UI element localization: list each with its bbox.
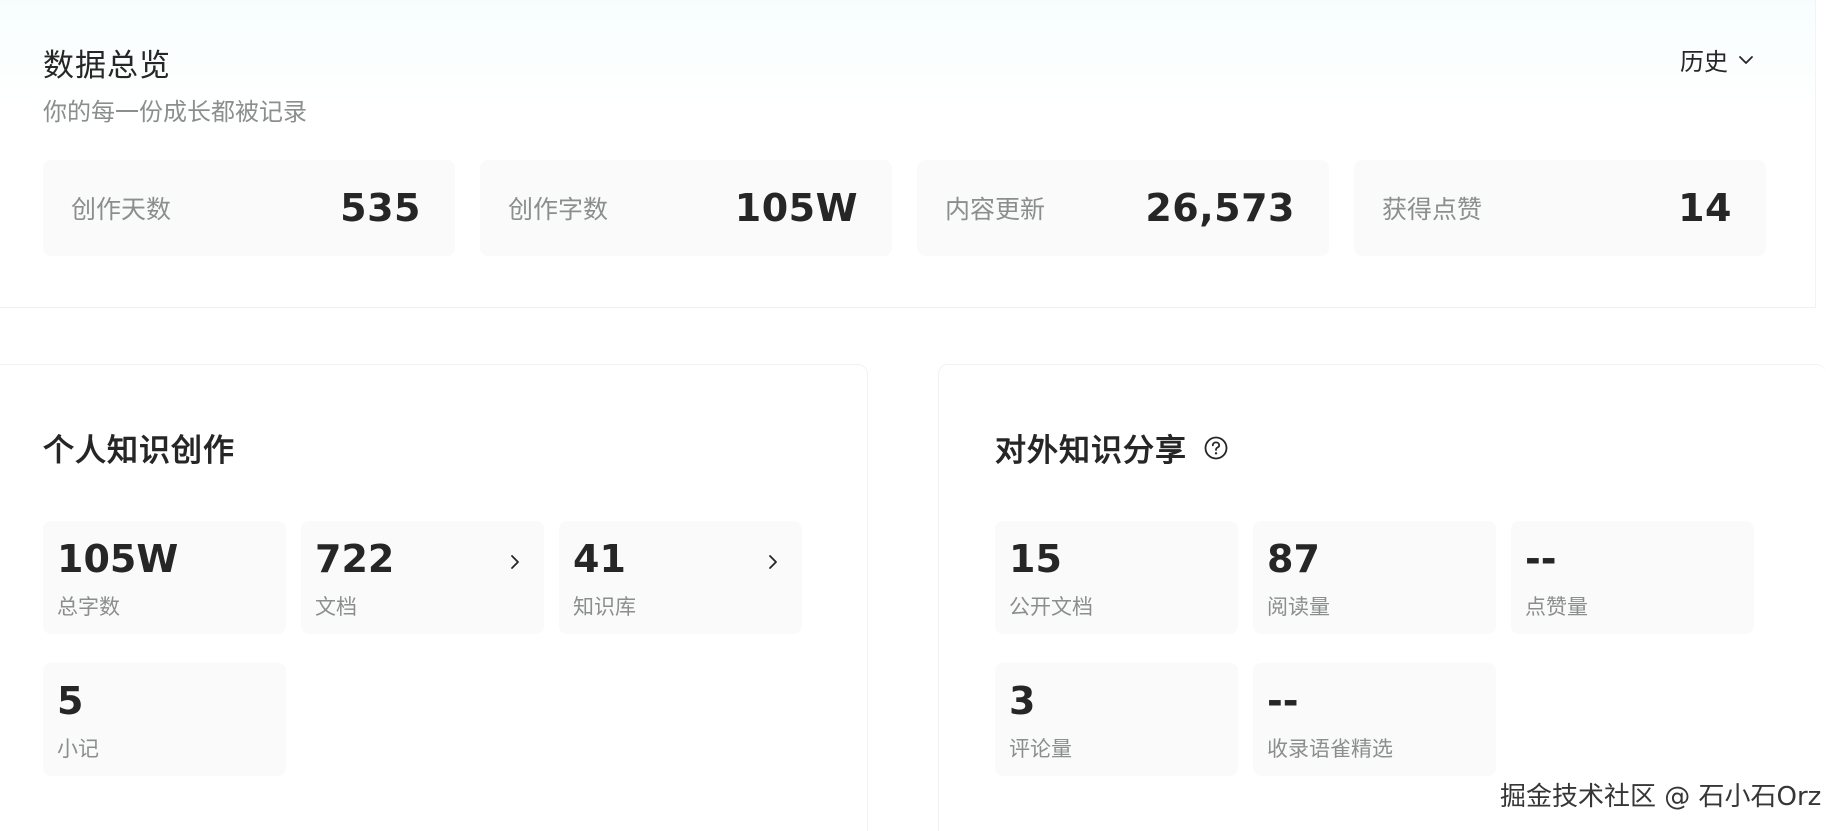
stat-value: 105W bbox=[734, 186, 858, 230]
question-circle-icon[interactable] bbox=[1203, 435, 1229, 461]
overview-card: 数据总览 你的每一份成长都被记录 历史 创作天数 535 创作字数 105W 内… bbox=[0, 0, 1816, 308]
overview-title: 数据总览 bbox=[43, 48, 171, 84]
metric-value: 15 bbox=[1009, 537, 1062, 581]
stat-label: 获得点赞 bbox=[1382, 195, 1483, 224]
stat-label: 创作字数 bbox=[508, 195, 609, 224]
stat-value: 535 bbox=[340, 186, 421, 230]
metric-value: -- bbox=[1525, 537, 1557, 581]
metric-reads: 87 阅读量 bbox=[1253, 521, 1496, 634]
metric-label: 点赞量 bbox=[1525, 594, 1588, 619]
metric-label: 公开文档 bbox=[1009, 594, 1093, 619]
overview-subtitle: 你的每一份成长都被记录 bbox=[43, 98, 307, 126]
metric-notes: 5 小记 bbox=[43, 663, 286, 776]
history-label: 历史 bbox=[1680, 48, 1728, 76]
stat-label: 创作天数 bbox=[71, 195, 172, 224]
watermark: 掘金技术社区 @ 石小石Orz bbox=[1500, 782, 1822, 812]
metric-documents[interactable]: 722 文档 bbox=[301, 521, 544, 634]
metric-value: 105W bbox=[57, 537, 179, 581]
metric-likes: -- 点赞量 bbox=[1511, 521, 1754, 634]
history-dropdown-button[interactable]: 历史 bbox=[1680, 42, 1756, 77]
personal-metric-grid: 105W 总字数 722 文档 41 知识库 5 小记 bbox=[43, 521, 802, 776]
metric-label: 小记 bbox=[57, 736, 99, 761]
metric-label: 阅读量 bbox=[1267, 594, 1330, 619]
chevron-right-icon bbox=[769, 555, 777, 569]
data-overview-page: 数据总览 你的每一份成长都被记录 历史 创作天数 535 创作字数 105W 内… bbox=[0, 0, 1826, 831]
metric-knowledge-bases[interactable]: 41 知识库 bbox=[559, 521, 802, 634]
metric-value: 5 bbox=[57, 679, 84, 723]
stat-value: 26,573 bbox=[1145, 186, 1295, 230]
overview-stat-row: 创作天数 535 创作字数 105W 内容更新 26,573 获得点赞 14 bbox=[43, 160, 1766, 256]
stat-card-word-count: 创作字数 105W bbox=[480, 160, 892, 256]
stat-card-likes-received: 获得点赞 14 bbox=[1354, 160, 1766, 256]
metric-label: 收录语雀精选 bbox=[1267, 736, 1393, 761]
personal-creation-title: 个人知识创作 bbox=[43, 425, 235, 470]
metric-label: 文档 bbox=[315, 594, 357, 619]
metric-value: -- bbox=[1267, 679, 1299, 723]
metric-label: 知识库 bbox=[573, 594, 636, 619]
stat-card-creation-days: 创作天数 535 bbox=[43, 160, 455, 256]
metric-label: 总字数 bbox=[57, 594, 120, 619]
chevron-right-icon bbox=[511, 555, 519, 569]
sharing-metric-grid: 15 公开文档 87 阅读量 -- 点赞量 3 评论量 -- 收录语雀精选 bbox=[995, 521, 1754, 776]
metric-label: 评论量 bbox=[1009, 736, 1072, 761]
external-sharing-panel: 对外知识分享 15 公开文档 87 阅读量 -- 点赞量 3 评论量 -- 收录… bbox=[938, 364, 1826, 831]
metric-comments: 3 评论量 bbox=[995, 663, 1238, 776]
metric-featured: -- 收录语雀精选 bbox=[1253, 663, 1496, 776]
metric-total-words: 105W 总字数 bbox=[43, 521, 286, 634]
metric-value: 87 bbox=[1267, 537, 1320, 581]
metric-public-documents: 15 公开文档 bbox=[995, 521, 1238, 634]
panel-title-text: 个人知识创作 bbox=[43, 433, 235, 469]
stat-label: 内容更新 bbox=[945, 195, 1046, 224]
stat-value: 14 bbox=[1678, 186, 1732, 230]
chevron-down-icon bbox=[1739, 55, 1753, 64]
panel-title-text: 对外知识分享 bbox=[995, 433, 1187, 469]
personal-creation-panel: 个人知识创作 105W 总字数 722 文档 41 知识库 5 小记 bbox=[0, 364, 868, 831]
metric-value: 3 bbox=[1009, 679, 1036, 723]
stat-card-content-updates: 内容更新 26,573 bbox=[917, 160, 1329, 256]
external-sharing-title: 对外知识分享 bbox=[995, 425, 1229, 470]
